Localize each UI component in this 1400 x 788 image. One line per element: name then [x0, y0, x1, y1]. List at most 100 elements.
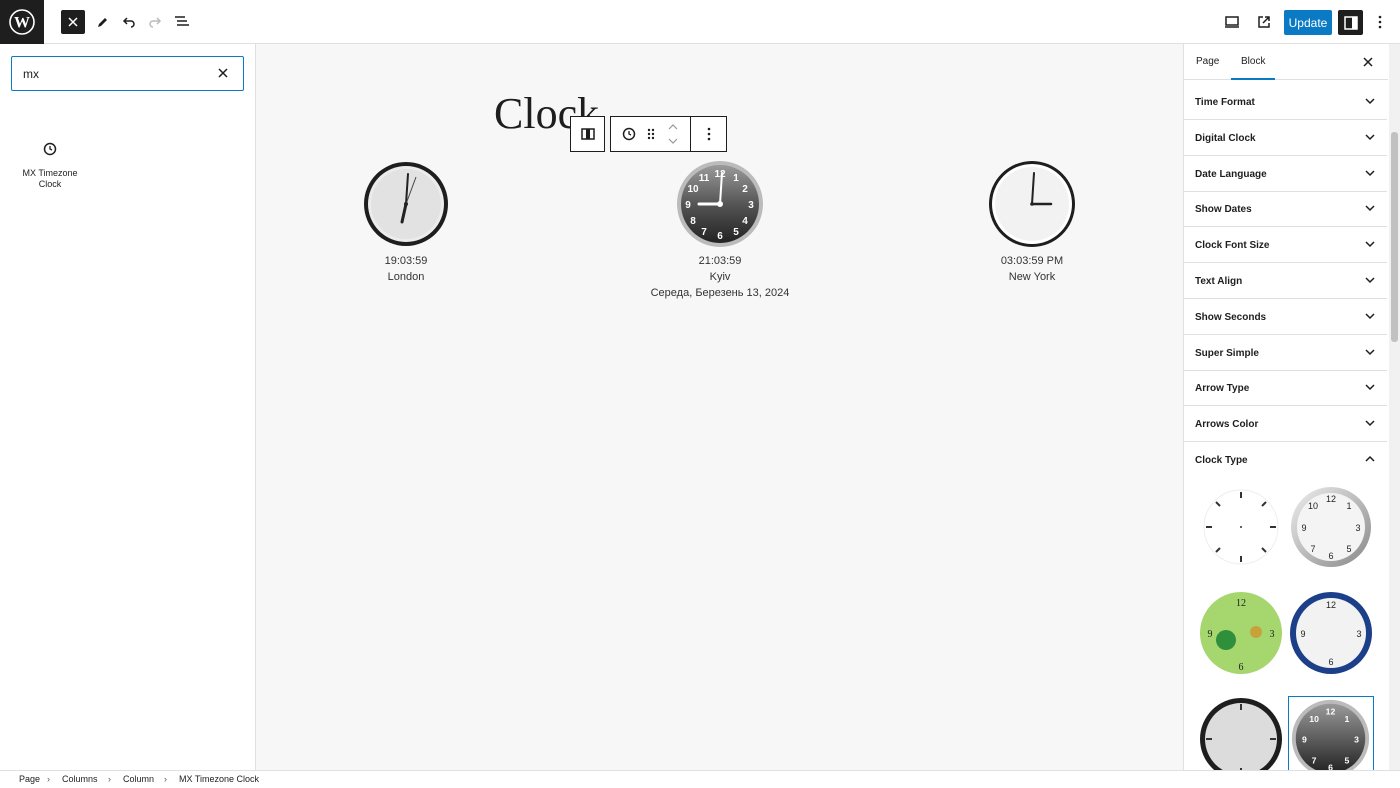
tools-button[interactable] — [91, 10, 115, 34]
settings-toggle-button[interactable] — [1338, 10, 1363, 35]
svg-text:6: 6 — [1328, 762, 1333, 770]
panel-title: Time Format — [1195, 97, 1255, 108]
clock-city: Kyiv — [709, 271, 731, 283]
clock-blue-icon: 12 3 6 9 — [1290, 592, 1372, 674]
external-link-icon — [1258, 16, 1270, 28]
block-search-input[interactable]: mx — [11, 56, 244, 91]
analog-clock-simple-icon — [989, 161, 1075, 247]
svg-text:1: 1 — [733, 173, 739, 184]
more-vertical-icon[interactable] — [707, 127, 711, 141]
svg-text:4: 4 — [742, 216, 748, 227]
svg-text:10: 10 — [687, 184, 699, 195]
drag-handle-icon[interactable] — [647, 128, 655, 140]
clock-icon[interactable] — [622, 127, 636, 141]
chevron-up-icon — [1365, 455, 1375, 462]
svg-text:10: 10 — [1309, 714, 1319, 724]
clock-icon — [43, 142, 57, 156]
breadcrumb-item-columns[interactable]: Columns — [62, 774, 98, 784]
clock-new-york[interactable]: 03:03:59 PM New York — [922, 159, 1142, 285]
chevron-down-icon — [1365, 205, 1375, 212]
parent-selector-button[interactable] — [570, 116, 605, 152]
panel-show-dates[interactable]: Show Dates — [1184, 191, 1387, 228]
block-result-label: MX Timezone Clock — [22, 168, 78, 189]
analog-clock-icon — [364, 162, 448, 246]
svg-text:3: 3 — [1270, 629, 1275, 640]
panel-title: Arrows Color — [1195, 419, 1259, 431]
sidebar-scrollbar[interactable] — [1389, 44, 1400, 770]
tab-page[interactable]: Page — [1196, 56, 1219, 67]
svg-text:12: 12 — [1326, 600, 1336, 610]
clock-london[interactable]: 19:03:59 London — [296, 159, 516, 285]
panel-digital-clock[interactable]: Digital Clock — [1184, 120, 1387, 156]
clear-search-icon[interactable] — [217, 67, 229, 79]
svg-text:1: 1 — [1346, 501, 1351, 511]
search-value: mx — [23, 67, 39, 81]
clock-time: 03:03:59 PM — [1000, 255, 1064, 267]
preview-button[interactable] — [1220, 10, 1244, 34]
svg-text:9: 9 — [685, 200, 691, 211]
block-inserter-panel: mx MX Timezone Clock — [0, 44, 256, 770]
breadcrumb: Page › Columns › Column › MX Timezone Cl… — [0, 770, 1400, 788]
svg-text:7: 7 — [1312, 756, 1317, 766]
panel-title: Digital Clock — [1195, 132, 1256, 144]
svg-text:7: 7 — [701, 227, 707, 238]
breadcrumb-item-column[interactable]: Column — [123, 774, 154, 784]
clock-type-option-christmas[interactable]: 12 3 6 9 — [1198, 590, 1284, 676]
chevron-down-icon — [1365, 170, 1375, 176]
move-down-icon[interactable] — [668, 138, 678, 144]
scrollbar-thumb[interactable] — [1391, 132, 1398, 342]
clock-date: Середа, Березень 13, 2024 — [650, 287, 790, 299]
svg-text:3: 3 — [1355, 523, 1360, 533]
clock-time: 21:03:59 — [698, 255, 742, 267]
close-icon[interactable] — [1362, 56, 1374, 68]
svg-text:6: 6 — [717, 231, 723, 242]
panel-super-simple[interactable]: Super Simple — [1184, 335, 1387, 371]
undo-button[interactable] — [117, 10, 141, 34]
svg-text:5: 5 — [1344, 756, 1349, 766]
editor-canvas: Clock 19:03:59 London 12 11 1 10 2 9 3 8… — [256, 44, 1183, 770]
svg-text:3: 3 — [1356, 629, 1361, 639]
chevron-down-icon — [1365, 241, 1375, 248]
clock-type-option-dark-selected[interactable]: 12 3 6 9 10 1 7 5 — [1288, 696, 1374, 770]
editor-header: W Update — [0, 0, 1400, 44]
panel-text-align[interactable]: Text Align — [1184, 263, 1387, 299]
svg-text:12: 12 — [714, 169, 726, 180]
options-menu-button[interactable] — [1368, 10, 1392, 34]
panel-clock-type[interactable]: Clock Type — [1184, 442, 1387, 478]
wordpress-logo-icon[interactable]: W — [0, 0, 44, 44]
clock-type-option-roman[interactable] — [1198, 484, 1284, 570]
block-result-mx-timezone-clock[interactable]: MX Timezone Clock — [14, 142, 86, 190]
clock-kyiv[interactable]: 12 11 1 10 2 93 84 765 21:03:59 Kyiv Середа… — [610, 159, 830, 301]
clock-city: New York — [1008, 271, 1056, 283]
clock-black-rim-icon — [1200, 698, 1282, 770]
svg-text:3: 3 — [748, 200, 754, 211]
move-up-icon[interactable] — [668, 124, 678, 130]
panel-title: Show Seconds — [1195, 311, 1267, 323]
clock-type-option-black-rim[interactable] — [1198, 696, 1284, 770]
svg-text:3: 3 — [1354, 734, 1359, 744]
panel-clock-font-size[interactable]: Clock Font Size — [1184, 227, 1387, 264]
panel-show-seconds[interactable]: Show Seconds — [1184, 299, 1387, 335]
update-button[interactable]: Update — [1284, 10, 1332, 35]
panel-title: Arrow Type — [1195, 383, 1250, 395]
clock-type-option-silver[interactable]: 12 3 6 9 10 1 7 5 — [1288, 484, 1374, 570]
clock-roman-icon — [1203, 489, 1279, 565]
settings-sidebar: Page Block Time Format Digital Clock Date … — [1183, 44, 1400, 770]
chevron-down-icon — [1365, 420, 1375, 427]
panel-time-format[interactable]: Time Format — [1184, 84, 1387, 120]
svg-text:W: W — [14, 15, 30, 32]
close-inserter-button[interactable] — [61, 10, 85, 34]
clock-type-option-blue[interactable]: 12 3 6 9 — [1288, 590, 1374, 676]
block-tools-group — [610, 116, 727, 152]
document-overview-button[interactable] — [170, 10, 194, 34]
more-vertical-icon — [1378, 15, 1382, 29]
panel-arrows-color[interactable]: Arrows Color — [1184, 406, 1387, 443]
view-page-button[interactable] — [1252, 10, 1276, 34]
redo-button[interactable] — [143, 10, 167, 34]
breadcrumb-item-page[interactable]: Page — [19, 774, 40, 784]
panel-date-language[interactable]: Date Language — [1184, 156, 1387, 192]
tab-block[interactable]: Block — [1230, 56, 1277, 80]
panel-arrow-type[interactable]: Arrow Type — [1184, 370, 1387, 407]
svg-text:11: 11 — [699, 173, 710, 184]
breadcrumb-item-current-block[interactable]: MX Timezone Clock — [179, 774, 259, 784]
